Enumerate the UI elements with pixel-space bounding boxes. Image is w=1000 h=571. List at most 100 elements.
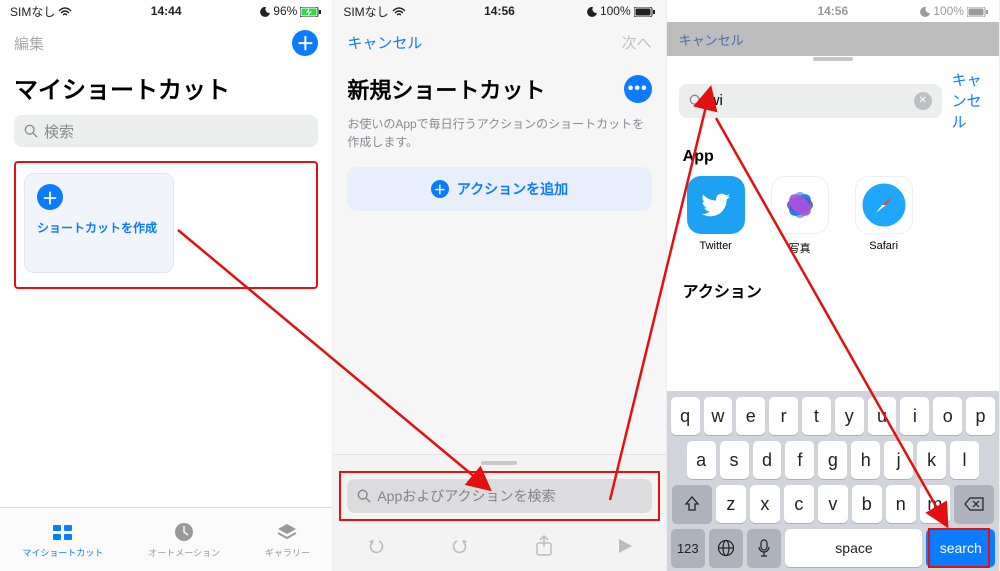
- tab-bar: マイショートカット オートメーション ギャラリー: [0, 507, 332, 571]
- key-shift[interactable]: [672, 485, 712, 523]
- clear-search-button[interactable]: ✕: [914, 92, 932, 110]
- create-shortcut-card[interactable]: ＋ ショートカットを作成: [24, 173, 174, 273]
- search-field[interactable]: 検索: [14, 115, 318, 147]
- carrier-label: SIMなし: [343, 3, 388, 20]
- search-icon: [689, 94, 703, 108]
- key-u[interactable]: u: [868, 397, 897, 435]
- layers-icon: [275, 520, 299, 544]
- share-icon[interactable]: [534, 535, 554, 562]
- wifi-icon: [58, 4, 72, 18]
- key-s[interactable]: s: [720, 441, 749, 479]
- key-m[interactable]: m: [920, 485, 950, 523]
- key-l[interactable]: l: [950, 441, 979, 479]
- cancel-button[interactable]: キャンセル: [952, 69, 987, 132]
- tab-my-shortcuts[interactable]: マイショートカット: [22, 520, 103, 559]
- tab-automation[interactable]: オートメーション: [148, 520, 220, 559]
- key-q[interactable]: q: [671, 397, 700, 435]
- sheet-handle[interactable]: [813, 57, 853, 61]
- key-y[interactable]: y: [835, 397, 864, 435]
- key-backspace[interactable]: [954, 485, 994, 523]
- key-i[interactable]: i: [900, 397, 929, 435]
- cancel-button[interactable]: キャンセル: [347, 32, 422, 53]
- battery-label: 100%: [933, 4, 964, 18]
- plus-icon: ＋: [37, 184, 63, 210]
- key-space[interactable]: space: [785, 529, 922, 567]
- key-d[interactable]: d: [753, 441, 782, 479]
- app-label: 写真: [789, 240, 811, 256]
- status-bar: 14:56 100%: [667, 0, 999, 22]
- tab-label: ギャラリー: [265, 546, 310, 559]
- status-bar: SIMなし 14:44 96%: [0, 0, 332, 22]
- key-search[interactable]: search: [926, 529, 995, 567]
- battery-icon: [634, 4, 656, 18]
- key-k[interactable]: k: [917, 441, 946, 479]
- nav-bar: キャンセル 次へ: [333, 22, 665, 63]
- key-e[interactable]: e: [736, 397, 765, 435]
- keyboard: q w e r t y u i o p a s d f g h j k l: [667, 391, 999, 571]
- search-input[interactable]: [709, 92, 908, 109]
- nav-bar: 編集 ＋: [0, 22, 332, 64]
- key-p[interactable]: p: [966, 397, 995, 435]
- key-o[interactable]: o: [933, 397, 962, 435]
- app-label: Twitter: [699, 240, 731, 252]
- key-c[interactable]: c: [784, 485, 814, 523]
- panel-shortcuts-home: SIMなし 14:44 96% 編集 ＋ マイショートカット 検索 ＋ シ: [0, 0, 333, 571]
- search-placeholder: 検索: [44, 121, 74, 142]
- key-emoji[interactable]: [709, 529, 743, 567]
- app-result-photos[interactable]: 写真: [771, 176, 829, 256]
- keyboard-row-1: q w e r t y u i o p: [671, 397, 995, 435]
- create-shortcut-label: ショートカットを作成: [37, 220, 161, 237]
- drawer-handle[interactable]: [481, 461, 517, 465]
- battery-label: 96%: [273, 4, 297, 18]
- key-f[interactable]: f: [785, 441, 814, 479]
- key-x[interactable]: x: [750, 485, 780, 523]
- key-g[interactable]: g: [818, 441, 847, 479]
- panel-search-results: 14:56 100% キャンセル ✕ キャンセル App: [667, 0, 1000, 571]
- more-button[interactable]: •••: [624, 75, 652, 103]
- key-n[interactable]: n: [886, 485, 916, 523]
- app-result-safari[interactable]: Safari: [855, 176, 913, 256]
- key-r[interactable]: r: [769, 397, 798, 435]
- action-search-drawer: Appおよびアクションを検索: [333, 454, 665, 571]
- play-icon[interactable]: [616, 537, 634, 560]
- add-action-button[interactable]: ＋ アクションを追加: [347, 167, 651, 211]
- edit-button[interactable]: 編集: [14, 33, 44, 54]
- app-results-row: Twitter: [667, 176, 999, 272]
- keyboard-row-4: 123 space search: [671, 529, 995, 567]
- key-a[interactable]: a: [687, 441, 716, 479]
- keyboard-row-3: z x c v b n m: [671, 485, 995, 523]
- tab-label: マイショートカット: [22, 546, 103, 559]
- search-input-wrap[interactable]: ✕: [679, 84, 942, 118]
- redo-icon[interactable]: [449, 535, 471, 562]
- action-search-field[interactable]: Appおよびアクションを検索: [347, 479, 651, 513]
- key-h[interactable]: h: [851, 441, 880, 479]
- keyboard-row-2: a s d f g h j k l: [671, 441, 995, 479]
- key-mic[interactable]: [747, 529, 781, 567]
- key-v[interactable]: v: [818, 485, 848, 523]
- tab-gallery[interactable]: ギャラリー: [265, 520, 310, 559]
- page-title: 新規ショートカット: [347, 73, 545, 105]
- key-123[interactable]: 123: [671, 529, 705, 567]
- clock-label: 14:44: [151, 4, 182, 18]
- key-j[interactable]: j: [884, 441, 913, 479]
- wifi-icon: [392, 4, 406, 18]
- key-z[interactable]: z: [716, 485, 746, 523]
- clock-label: 14:56: [484, 4, 515, 18]
- key-b[interactable]: b: [852, 485, 882, 523]
- undo-icon[interactable]: [365, 535, 387, 562]
- add-action-label: アクションを追加: [457, 179, 568, 199]
- panel-new-shortcut: SIMなし 14:56 100% キャンセル 次へ 新規ショートカット ••• …: [333, 0, 666, 571]
- next-button[interactable]: 次へ: [622, 32, 652, 53]
- key-t[interactable]: t: [802, 397, 831, 435]
- search-sheet: ✕ キャンセル App Twitter: [667, 50, 999, 571]
- key-w[interactable]: w: [704, 397, 733, 435]
- description-text: お使いのAppで毎日行うアクションのショートカットを作成します。: [333, 115, 665, 151]
- create-card-highlight: ＋ ショートカットを作成: [14, 161, 318, 289]
- add-shortcut-button[interactable]: ＋: [292, 30, 318, 56]
- dim-background-nav: キャンセル: [667, 22, 999, 56]
- status-bar: SIMなし 14:56 100%: [333, 0, 665, 22]
- search-placeholder: Appおよびアクションを検索: [377, 486, 555, 506]
- editor-toolbar: [333, 525, 665, 571]
- app-result-twitter[interactable]: Twitter: [687, 176, 745, 256]
- page-title: マイショートカット: [0, 64, 332, 115]
